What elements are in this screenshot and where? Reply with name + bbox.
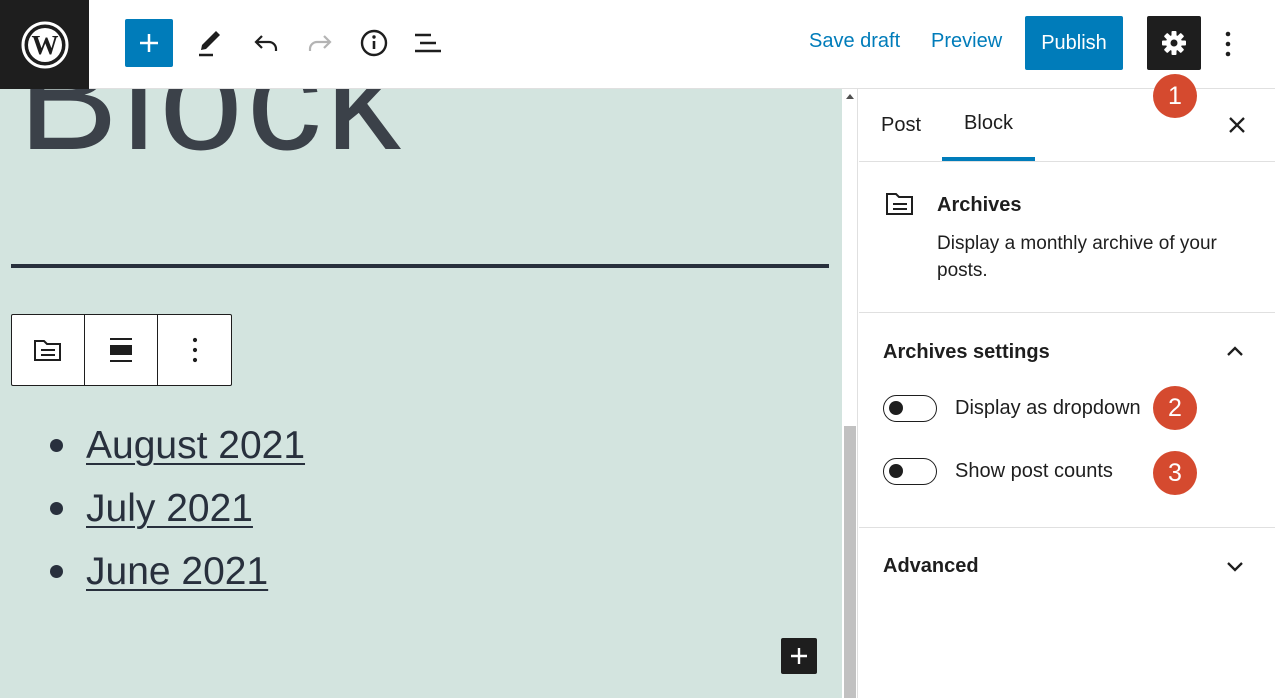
sidebar-tabs: Post Block [859, 89, 1275, 162]
scrollbar-thumb[interactable] [844, 426, 856, 698]
block-type-button[interactable] [12, 315, 85, 385]
annotation-badge: 1 [1153, 74, 1197, 118]
wordpress-logo-icon[interactable]: W [0, 0, 89, 89]
tab-block[interactable]: Block [942, 89, 1035, 161]
list-item: August 2021 [50, 414, 305, 477]
toggle-label: Show post counts [955, 460, 1113, 482]
annotation-badge: 2 [1153, 386, 1197, 430]
gear-icon [1162, 31, 1186, 55]
vertical-ellipsis-icon [192, 337, 197, 363]
editor-header: W Save draft Preview Publish [0, 0, 1275, 89]
align-wide-icon [110, 338, 132, 362]
show-post-counts-row: Show post counts [883, 458, 1113, 485]
canvas-scrollbar[interactable] [842, 89, 858, 698]
more-options-button[interactable] [1213, 24, 1243, 64]
toggle-knob [889, 464, 903, 478]
chevron-up-icon[interactable] [1225, 341, 1245, 366]
panel-title[interactable]: Advanced [883, 555, 979, 578]
archive-link[interactable]: July 2021 [86, 487, 253, 531]
annotation-badge: 3 [1153, 451, 1197, 495]
block-options-button[interactable] [158, 315, 231, 385]
tab-post[interactable]: Post [867, 89, 935, 161]
archive-folder-icon [885, 190, 915, 223]
redo-button[interactable] [296, 19, 344, 67]
plus-icon [140, 34, 158, 52]
display-dropdown-toggle[interactable] [883, 395, 937, 422]
chevron-down-icon[interactable] [1225, 556, 1245, 581]
details-button[interactable] [350, 19, 398, 67]
undo-button[interactable] [242, 19, 290, 67]
archives-settings-panel: Archives settings Display as dropdown Sh… [859, 313, 1275, 528]
show-post-counts-toggle[interactable] [883, 458, 937, 485]
close-sidebar-button[interactable] [1223, 111, 1251, 139]
list-item: June 2021 [50, 540, 305, 603]
pencil-icon [199, 31, 220, 57]
bullet [50, 439, 63, 452]
publish-button[interactable]: Publish [1025, 16, 1123, 70]
advanced-panel[interactable]: Advanced [859, 528, 1275, 606]
redo-icon [308, 35, 332, 51]
block-inserter-button[interactable] [781, 638, 817, 674]
archive-folder-icon [34, 340, 61, 361]
editor-canvas[interactable]: Block August 2021 July 2021 June 2021 [0, 89, 842, 698]
tools-button[interactable] [186, 19, 234, 67]
settings-button[interactable] [1147, 16, 1201, 70]
block-toolbar [11, 314, 232, 386]
align-button[interactable] [85, 315, 158, 385]
toggle-label: Display as dropdown [955, 397, 1141, 419]
info-icon [360, 29, 388, 57]
separator-block[interactable] [11, 264, 829, 268]
list-view-button[interactable] [404, 19, 452, 67]
bullet [50, 502, 63, 515]
block-name: Archives [937, 194, 1022, 216]
block-description: Display a monthly archive of your posts. [937, 233, 1217, 281]
plus-icon [791, 648, 807, 664]
archive-link[interactable]: August 2021 [86, 424, 305, 468]
settings-sidebar: Post Block Archives Display a monthly ar… [859, 89, 1275, 698]
vertical-ellipsis-icon [1225, 31, 1231, 57]
archives-list: August 2021 July 2021 June 2021 [50, 414, 305, 603]
list-item: July 2021 [50, 477, 305, 540]
block-card: Archives Display a monthly archive of yo… [859, 162, 1275, 313]
save-draft-button[interactable]: Save draft [809, 30, 900, 53]
archive-link[interactable]: June 2021 [86, 550, 268, 594]
add-block-button[interactable] [125, 19, 173, 67]
undo-icon [254, 35, 278, 51]
post-title-fragment[interactable]: Block [18, 89, 405, 184]
display-dropdown-row: Display as dropdown [883, 395, 1141, 422]
bullet [50, 565, 63, 578]
panel-title[interactable]: Archives settings [883, 341, 1050, 364]
scroll-up-arrow-icon[interactable] [846, 94, 854, 99]
svg-text:W: W [31, 30, 58, 60]
close-icon [1229, 117, 1245, 133]
preview-button[interactable]: Preview [931, 30, 1002, 53]
list-view-icon [415, 33, 441, 53]
toggle-knob [889, 401, 903, 415]
